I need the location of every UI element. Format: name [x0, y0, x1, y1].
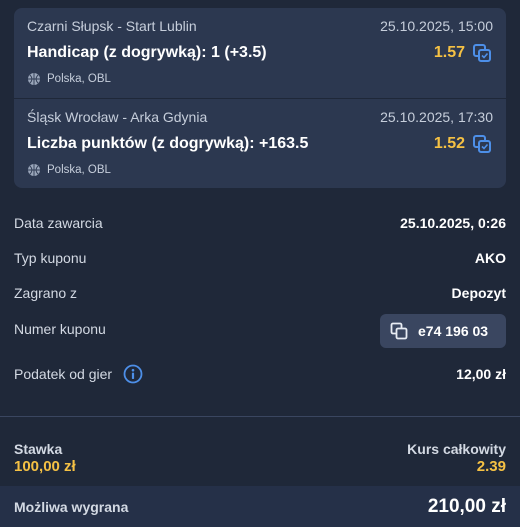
date-label: Data zawarcia [14, 215, 103, 231]
match-datetime: 25.10.2025, 17:30 [380, 109, 493, 125]
total-odds-value: 2.39 [476, 458, 506, 475]
info-icon[interactable] [123, 364, 143, 384]
league-info: Polska, OBL [27, 72, 111, 86]
date-value: 25.10.2025, 0:26 [400, 215, 506, 231]
detail-row-date: Data zawarcia 25.10.2025, 0:26 [14, 212, 506, 234]
coupon-number: e74 196 03 [418, 323, 489, 339]
played-value: Depozyt [451, 285, 506, 301]
possible-win-label: Możliwa wygrana [14, 499, 129, 515]
copy-icon[interactable] [472, 43, 492, 63]
bet-selection[interactable]: Czarni Słupsk - Start Lublin 25.10.2025,… [14, 8, 506, 97]
detail-row-played: Zagrano z Depozyt [14, 282, 506, 304]
match-datetime: 25.10.2025, 15:00 [380, 18, 493, 34]
bet-market: Handicap (z dogrywką): 1 (+3.5) [27, 44, 267, 61]
type-label: Typ kuponu [14, 250, 87, 266]
league-name: Polska, OBL [47, 73, 111, 85]
tax-value: 12,00 zł [456, 366, 506, 382]
copy-icon [390, 322, 408, 340]
copy-icon[interactable] [472, 134, 492, 154]
detail-row-type: Typ kuponu AKO [14, 247, 506, 269]
summary-divider [0, 416, 520, 417]
bet-selection[interactable]: Śląsk Wrocław - Arka Gdynia 25.10.2025, … [14, 99, 506, 188]
played-label: Zagrano z [14, 285, 78, 301]
total-odds-label: Kurs całkowity [407, 441, 506, 457]
basketball-icon [28, 164, 40, 176]
possible-win-value: 210,00 zł [427, 496, 506, 517]
stake-value: 100,00 zł [14, 458, 76, 475]
league-info: Polska, OBL [27, 163, 111, 177]
type-value: AKO [474, 250, 506, 266]
stake-label: Stawka [14, 441, 63, 457]
detail-row-coupon: Numer kuponu e74 196 03 [14, 314, 506, 348]
tax-label: Podatek od gier [14, 366, 113, 382]
bet-market: Liczba punktów (z dogrywką): +163.5 [27, 135, 309, 152]
copy-coupon-button[interactable]: e74 196 03 [380, 314, 506, 348]
basketball-icon [28, 73, 40, 85]
bet-selections-card: Czarni Słupsk - Start Lublin 25.10.2025,… [14, 8, 506, 188]
coupon-label: Numer kuponu [14, 321, 106, 337]
league-name: Polska, OBL [47, 164, 111, 176]
detail-row-tax: Podatek od gier 12,00 zł [14, 363, 506, 385]
match-name: Czarni Słupsk - Start Lublin [27, 18, 197, 34]
bet-odd: 1.57 [433, 44, 465, 61]
bet-odd: 1.52 [433, 135, 465, 152]
match-name: Śląsk Wrocław - Arka Gdynia [27, 109, 208, 125]
